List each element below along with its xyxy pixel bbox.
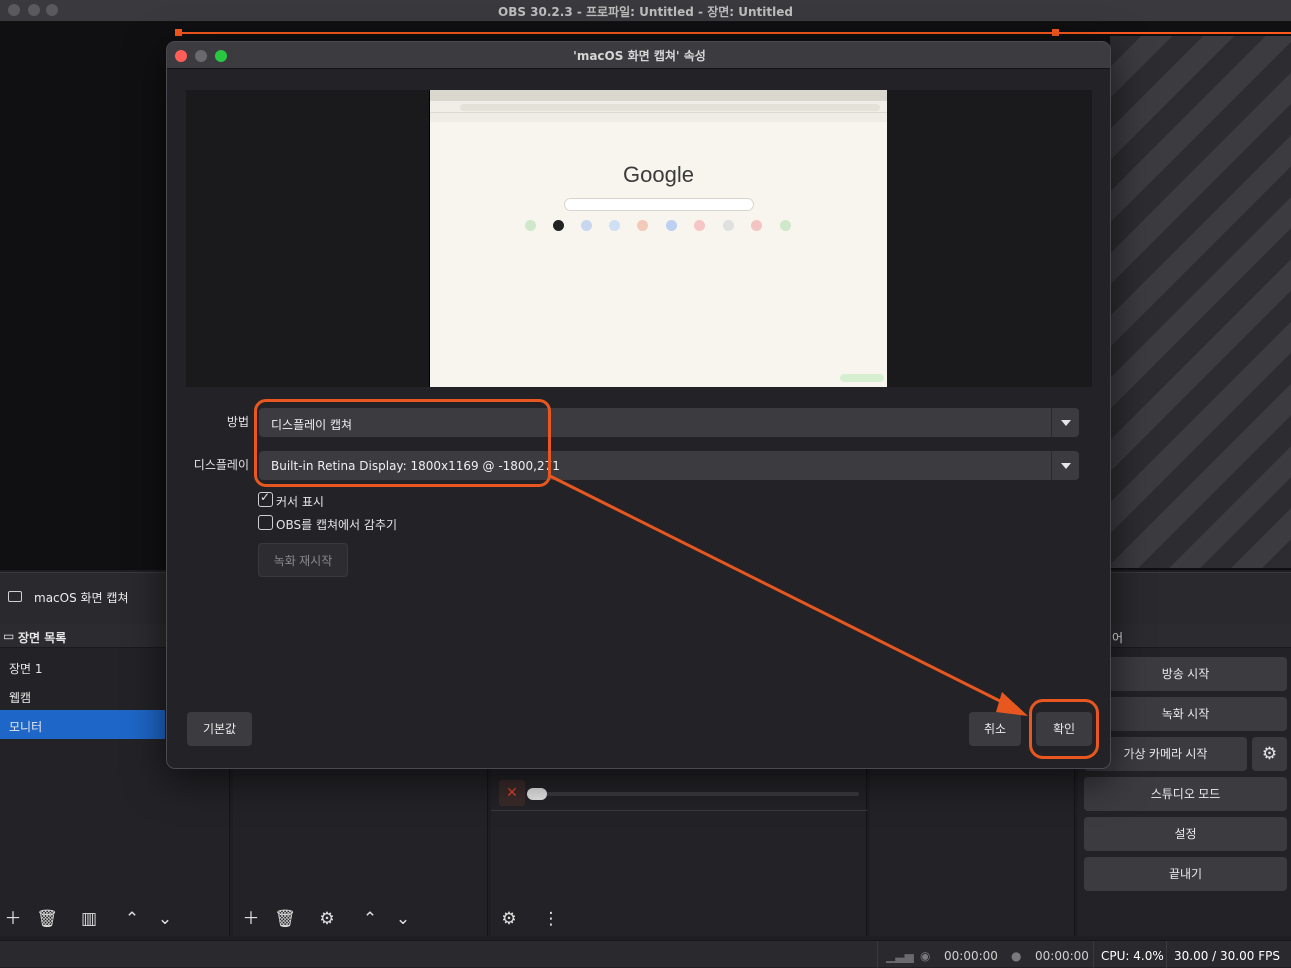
mixer-settings-gear-icon[interactable]: ⚙ [496, 907, 522, 933]
scene-item-label: 모니터 [9, 720, 43, 734]
shortcut-icon [525, 220, 536, 231]
volume-slider-handle[interactable] [527, 788, 547, 800]
remove-source-icon[interactable]: 🗑 [272, 907, 298, 933]
dock-icon: ▭ [3, 629, 15, 643]
shortcut-icon [666, 220, 677, 231]
preview-background-pattern [1110, 36, 1291, 568]
google-search-box [564, 198, 754, 211]
add-source-icon[interactable]: ＋ [238, 907, 264, 933]
chevron-down-icon [1061, 420, 1071, 426]
cpu-usage: CPU: 4.0% [1101, 949, 1164, 963]
annotation-highlight-box [254, 399, 551, 487]
shortcut-icon [581, 220, 592, 231]
status-divider [877, 941, 878, 968]
status-divider [1093, 941, 1094, 968]
start-streaming-button[interactable]: 방송 시작 [1084, 657, 1287, 691]
status-divider [1166, 941, 1167, 968]
exit-button[interactable]: 끝내기 [1084, 857, 1287, 891]
shortcut-icon [609, 220, 620, 231]
scenes-dock-title: 장면 목록 [18, 631, 67, 645]
record-status-icon: ● [1011, 949, 1022, 963]
mute-speaker-icon[interactable]: ✕ [499, 780, 525, 806]
move-source-down-icon[interactable]: ⌄ [390, 907, 416, 933]
capture-preview: Google [186, 90, 1092, 387]
browser-tab-bar [430, 90, 887, 101]
dialog-titlebar: 'macOS 화면 캡쳐' 속성 [167, 42, 1110, 69]
shortcut-icon [751, 220, 762, 231]
shortcut-icon [780, 220, 791, 231]
scene-item[interactable]: 장면 1 [0, 652, 165, 681]
customize-chrome-button [840, 374, 884, 382]
mixer-divider [491, 810, 867, 811]
scene-item-label: 웹캠 [9, 691, 32, 705]
add-scene-icon[interactable]: ＋ [0, 907, 26, 933]
resize-handle[interactable] [175, 29, 182, 36]
studio-mode-button[interactable]: 스튜디오 모드 [1084, 777, 1287, 811]
remove-scene-icon[interactable]: 🗑 [34, 907, 60, 933]
shortcut-icon [637, 220, 648, 231]
scene-item-selected[interactable]: 모니터 [0, 710, 165, 739]
signal-strength-icon: ▁▃▅ [886, 949, 914, 963]
controls-dock-title: 어 [1112, 631, 1124, 645]
stream-status-icon: ◉ [920, 949, 931, 963]
fps-readout: 30.00 / 30.00 FPS [1174, 949, 1280, 963]
show-cursor-label: 커서 표시 [276, 495, 324, 509]
volume-slider-track[interactable] [527, 792, 859, 796]
scene-item[interactable]: 웹캠 [0, 681, 165, 710]
shortcut-icon [694, 220, 705, 231]
checkmark-icon: ✓ [260, 490, 271, 504]
browser-bookmarks-bar [430, 113, 887, 122]
monitor-icon [8, 591, 22, 602]
shortcut-icon [723, 220, 734, 231]
google-logo: Google [623, 162, 694, 187]
move-source-up-icon[interactable]: ⌃ [357, 907, 383, 933]
method-label: 방법 [226, 415, 249, 429]
source-properties-gear-icon[interactable]: ⚙ [314, 907, 340, 933]
annotation-highlight-box [1029, 699, 1099, 759]
browser-address-bar [460, 104, 880, 111]
display-label: 디스플레이 [193, 458, 249, 472]
shortcut-icon [553, 220, 564, 231]
captured-screen-thumbnail: Google [429, 90, 887, 387]
resize-handle[interactable] [1052, 29, 1059, 36]
hide-obs-label: OBS를 캡쳐에서 감추기 [276, 518, 398, 532]
start-recording-button[interactable]: 녹화 시작 [1084, 697, 1287, 731]
window-title: OBS 30.2.3 - 프로파일: Untitled - 장면: Untitl… [498, 5, 793, 19]
status-bar: ▁▃▅ ◉ 00:00:00 ● 00:00:00 CPU: 4.0% 30.0… [0, 940, 1291, 968]
stream-time: 00:00:00 [944, 949, 998, 963]
method-dropdown-button[interactable] [1051, 408, 1079, 437]
chevron-down-icon [1061, 463, 1071, 469]
move-scene-down-icon[interactable]: ⌄ [152, 907, 178, 933]
dialog-title: 'macOS 화면 캡쳐' 속성 [573, 49, 706, 63]
scene-item-label: 장면 1 [9, 662, 43, 676]
hide-obs-checkbox[interactable] [258, 515, 273, 530]
defaults-button[interactable]: 기본값 [187, 712, 252, 746]
record-time: 00:00:00 [1035, 949, 1089, 963]
settings-button[interactable]: 설정 [1084, 817, 1287, 851]
mixer-more-menu-icon[interactable]: ⋮ [538, 907, 564, 933]
cancel-button[interactable]: 취소 [969, 712, 1021, 746]
selected-source-name: macOS 화면 캡쳐 [34, 591, 129, 605]
restart-recording-button[interactable]: 녹화 재시작 [258, 543, 348, 577]
virtual-camera-settings-gear-icon[interactable]: ⚙ [1252, 737, 1287, 771]
move-scene-up-icon[interactable]: ⌃ [119, 907, 145, 933]
display-dropdown-button[interactable] [1051, 451, 1079, 480]
scene-filters-icon[interactable]: ▥ [76, 907, 102, 933]
show-cursor-checkbox[interactable]: ✓ [258, 490, 273, 507]
source-bounding-line [178, 32, 1291, 34]
main-titlebar: OBS 30.2.3 - 프로파일: Untitled - 장면: Untitl… [0, 0, 1291, 22]
